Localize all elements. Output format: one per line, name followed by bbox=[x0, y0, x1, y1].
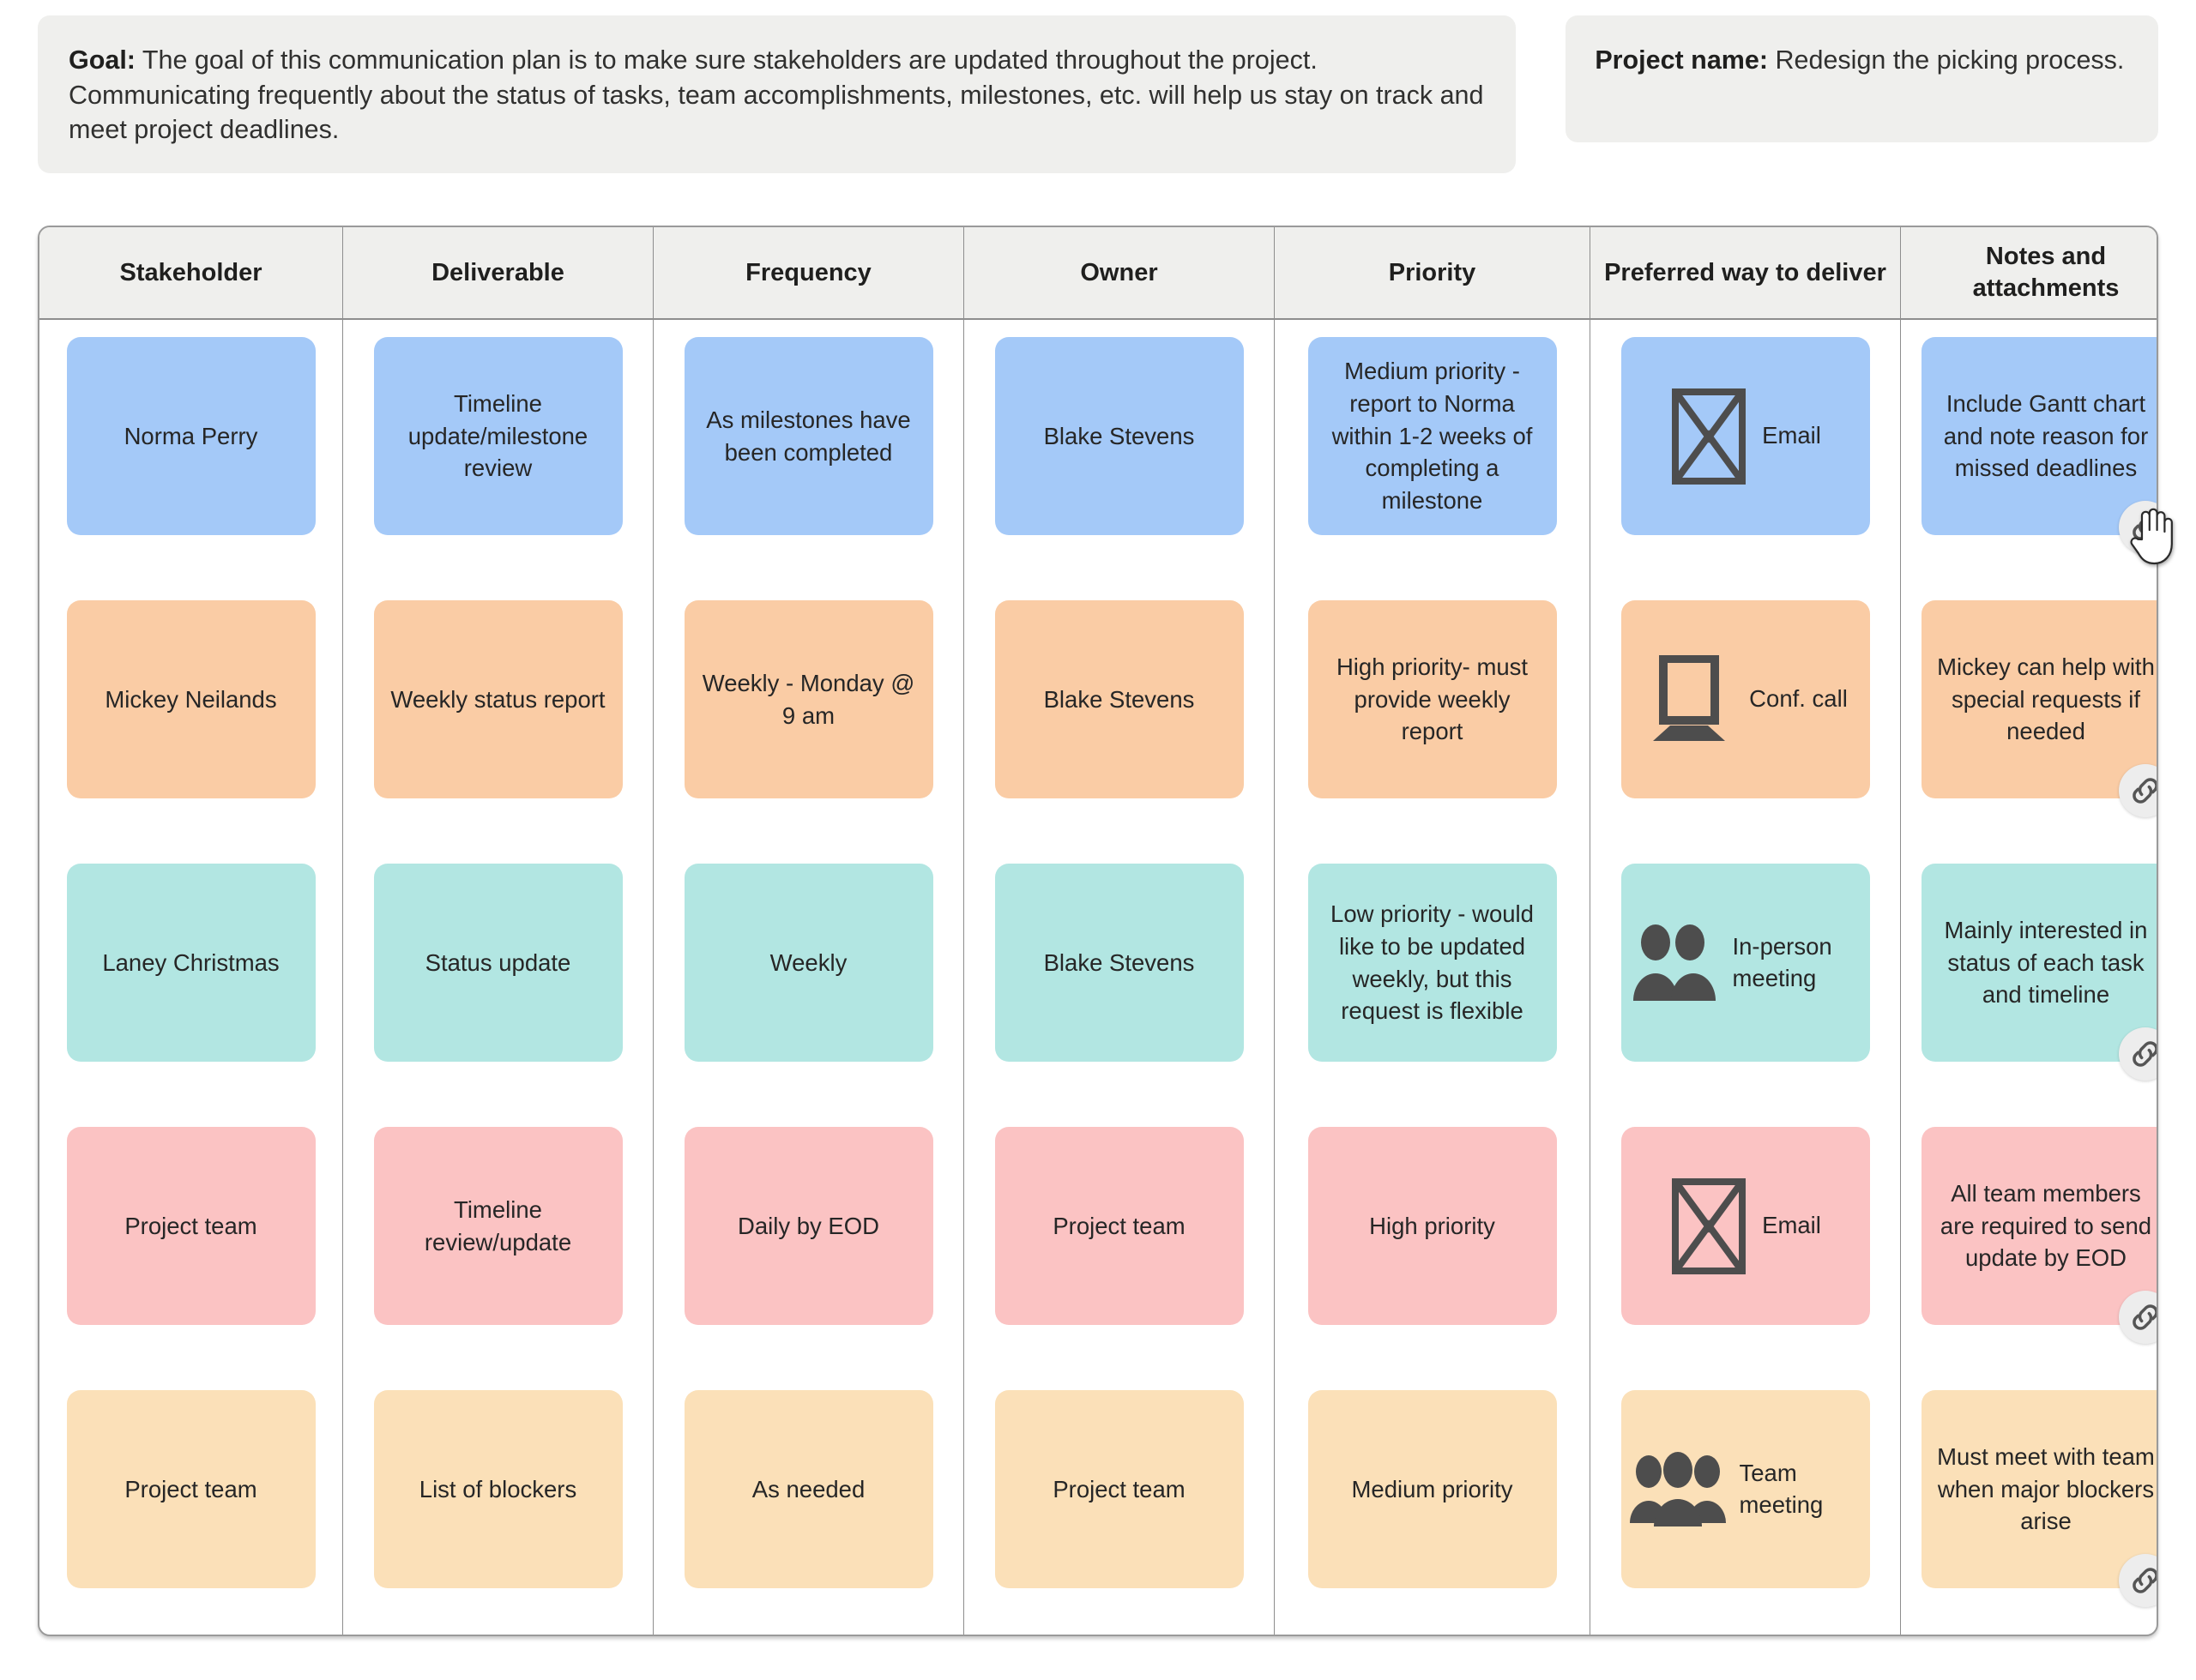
deliverable-chip[interactable]: Timeline review/update bbox=[373, 1127, 623, 1325]
delivery-label: In-person meeting bbox=[1732, 933, 1832, 991]
notes-chip[interactable]: Include Gantt chart and note reason for … bbox=[1922, 337, 2157, 535]
stakeholder-chip[interactable]: Norma Perry bbox=[66, 337, 316, 535]
column-header-preferred-way-to-deliver: Preferred way to deliver bbox=[1590, 227, 1901, 320]
cell-deliverable: Weekly status report bbox=[343, 583, 654, 846]
delivery-chip[interactable]: Conf. call bbox=[1620, 600, 1870, 798]
cell-delivery: Team meeting bbox=[1590, 1373, 1901, 1635]
laptop-icon bbox=[1643, 654, 1735, 744]
cell-frequency: Weekly - Monday @ 9 am bbox=[654, 583, 964, 846]
column-header-stakeholder: Stakeholder bbox=[39, 227, 343, 320]
cell-owner: Blake Stevens bbox=[964, 583, 1275, 846]
column-header-notes-and-attachments: Notes and attachments bbox=[1901, 227, 2157, 320]
stakeholder-chip[interactable]: Mickey Neilands bbox=[66, 600, 316, 798]
column-header-owner: Owner bbox=[964, 227, 1275, 320]
owner-chip[interactable]: Project team bbox=[994, 1127, 1244, 1325]
cell-frequency: As needed bbox=[654, 1373, 964, 1635]
goal-banner: Goal: The goal of this communication pla… bbox=[38, 15, 1517, 173]
envelope-icon bbox=[1669, 386, 1748, 487]
frequency-chip[interactable]: Weekly bbox=[684, 864, 933, 1062]
cell-stakeholder: Project team bbox=[39, 1110, 343, 1373]
cell-priority: High priority bbox=[1275, 1110, 1590, 1373]
owner-chip[interactable]: Blake Stevens bbox=[994, 864, 1244, 1062]
priority-chip[interactable]: Low priority - would like to be updated … bbox=[1307, 864, 1557, 1062]
frequency-chip[interactable]: As milestones have been completed bbox=[684, 337, 933, 535]
cell-stakeholder: Laney Christmas bbox=[39, 846, 343, 1110]
cell-deliverable: Timeline review/update bbox=[343, 1110, 654, 1373]
stakeholder-chip[interactable]: Project team bbox=[66, 1127, 316, 1325]
cell-owner: Blake Stevens bbox=[964, 320, 1275, 583]
deliverable-chip[interactable]: Weekly status report bbox=[373, 600, 623, 798]
header-banners: Goal: The goal of this communication pla… bbox=[0, 0, 2196, 173]
project-name-label: Project name: bbox=[1595, 45, 1769, 75]
cell-delivery: Conf. call bbox=[1590, 583, 1901, 846]
cell-delivery: In-person meeting bbox=[1590, 846, 1901, 1110]
cell-owner: Project team bbox=[964, 1110, 1275, 1373]
two-people-icon bbox=[1630, 922, 1719, 1004]
frequency-chip[interactable]: Weekly - Monday @ 9 am bbox=[684, 600, 933, 798]
cell-notes: Must meet with team when major blockers … bbox=[1901, 1373, 2157, 1635]
stakeholder-chip[interactable]: Laney Christmas bbox=[66, 864, 316, 1062]
notes-chip[interactable]: Mainly interested in status of each task… bbox=[1922, 864, 2157, 1062]
envelope-icon bbox=[1669, 1176, 1748, 1277]
cell-notes: Include Gantt chart and note reason for … bbox=[1901, 320, 2157, 583]
owner-chip[interactable]: Project team bbox=[994, 1390, 1244, 1588]
delivery-chip[interactable]: Team meeting bbox=[1620, 1390, 1870, 1588]
frequency-chip[interactable]: Daily by EOD bbox=[684, 1127, 933, 1325]
delivery-chip[interactable]: Email bbox=[1620, 1127, 1870, 1325]
project-name-banner: Project name: Redesign the picking proce… bbox=[1566, 15, 2158, 142]
notes-chip[interactable]: All team members are required to send up… bbox=[1922, 1127, 2157, 1325]
cell-owner: Project team bbox=[964, 1373, 1275, 1635]
cell-notes: Mainly interested in status of each task… bbox=[1901, 846, 2157, 1110]
column-header-priority: Priority bbox=[1275, 227, 1590, 320]
notes-chip[interactable]: Mickey can help with special requests if… bbox=[1922, 600, 2157, 798]
cell-priority: Low priority - would like to be updated … bbox=[1275, 846, 1590, 1110]
priority-chip[interactable]: High priority- must provide weekly repor… bbox=[1307, 600, 1557, 798]
owner-chip[interactable]: Blake Stevens bbox=[994, 600, 1244, 798]
stakeholder-chip[interactable]: Project team bbox=[66, 1390, 316, 1588]
delivery-label: Team meeting bbox=[1739, 1460, 1824, 1518]
delivery-label: Email bbox=[1762, 1212, 1821, 1239]
deliverable-chip[interactable]: List of blockers bbox=[373, 1390, 623, 1588]
cell-deliverable: List of blockers bbox=[343, 1373, 654, 1635]
table-header-row: Stakeholder Deliverable Frequency Owner Prio… bbox=[39, 227, 2157, 320]
cell-owner: Blake Stevens bbox=[964, 846, 1275, 1110]
frequency-chip[interactable]: As needed bbox=[684, 1390, 933, 1588]
cell-notes: All team members are required to send up… bbox=[1901, 1110, 2157, 1373]
three-people-icon bbox=[1629, 1451, 1726, 1528]
deliverable-chip[interactable]: Status update bbox=[373, 864, 623, 1062]
delivery-chip[interactable]: In-person meeting bbox=[1620, 864, 1870, 1062]
cell-frequency: Daily by EOD bbox=[654, 1110, 964, 1373]
column-header-deliverable: Deliverable bbox=[343, 227, 654, 320]
cell-stakeholder: Norma Perry bbox=[39, 320, 343, 583]
table-body: Norma Perry Timeline update/milestone rev… bbox=[39, 320, 2157, 1635]
project-name-text: Redesign the picking process. bbox=[1775, 45, 2125, 75]
cell-stakeholder: Mickey Neilands bbox=[39, 583, 343, 846]
cell-deliverable: Timeline update/milestone review bbox=[343, 320, 654, 583]
goal-text: The goal of this communication plan is t… bbox=[69, 45, 1484, 145]
cell-priority: Medium priority bbox=[1275, 1373, 1590, 1635]
delivery-label: Email bbox=[1762, 422, 1821, 449]
column-header-frequency: Frequency bbox=[654, 227, 964, 320]
cell-delivery: Email bbox=[1590, 1110, 1901, 1373]
cell-frequency: As milestones have been completed bbox=[654, 320, 964, 583]
cell-priority: Medium priority - report to Norma within… bbox=[1275, 320, 1590, 583]
notes-chip[interactable]: Must meet with team when major blockers … bbox=[1922, 1390, 2157, 1588]
cell-stakeholder: Project team bbox=[39, 1373, 343, 1635]
delivery-chip[interactable]: Email bbox=[1620, 337, 1870, 535]
communication-plan-table: Stakeholder Deliverable Frequency Owner Prio… bbox=[38, 226, 2158, 1636]
delivery-label: Conf. call bbox=[1749, 685, 1848, 713]
owner-chip[interactable]: Blake Stevens bbox=[994, 337, 1244, 535]
cell-deliverable: Status update bbox=[343, 846, 654, 1110]
cell-notes: Mickey can help with special requests if… bbox=[1901, 583, 2157, 846]
goal-label: Goal: bbox=[69, 45, 136, 75]
cell-priority: High priority- must provide weekly repor… bbox=[1275, 583, 1590, 846]
priority-chip[interactable]: Medium priority - report to Norma within… bbox=[1307, 337, 1557, 535]
priority-chip[interactable]: Medium priority bbox=[1307, 1390, 1557, 1588]
cell-delivery: Email bbox=[1590, 320, 1901, 583]
deliverable-chip[interactable]: Timeline update/milestone review bbox=[373, 337, 623, 535]
priority-chip[interactable]: High priority bbox=[1307, 1127, 1557, 1325]
cell-frequency: Weekly bbox=[654, 846, 964, 1110]
